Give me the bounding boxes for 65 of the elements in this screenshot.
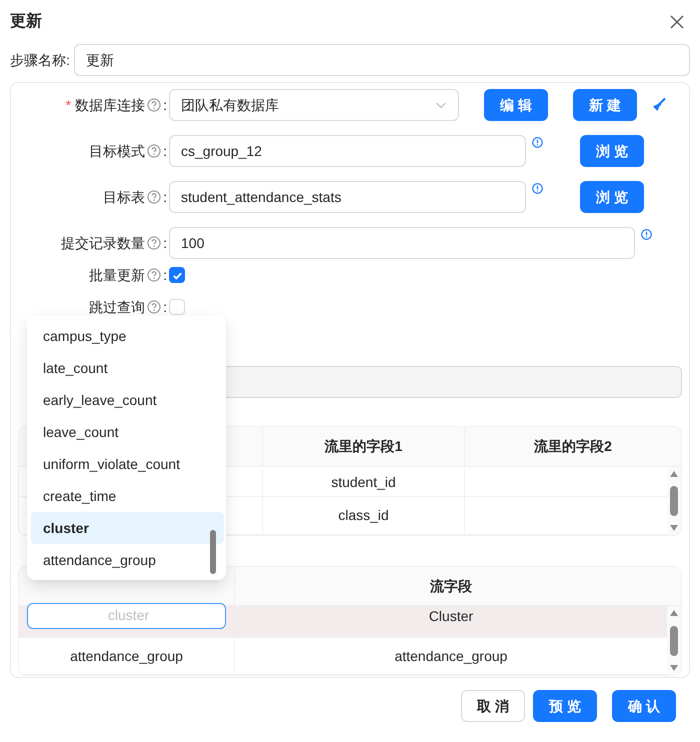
help-icon[interactable] xyxy=(147,268,162,282)
label-colon: : xyxy=(163,142,167,160)
dropdown-option[interactable]: cluster xyxy=(31,512,224,544)
help-icon[interactable] xyxy=(147,144,162,158)
table-cell-text: attendance_group xyxy=(394,646,508,666)
field-label: 跳过查询 xyxy=(89,298,146,316)
scroll-down-icon[interactable] xyxy=(670,665,678,671)
search-field[interactable]: cluster xyxy=(27,602,226,628)
new-button[interactable]: 新 建 xyxy=(573,89,637,121)
table-cell-text: class_id xyxy=(338,506,389,525)
dropdown-option[interactable]: early_leave_count xyxy=(31,384,224,416)
dropdown-option[interactable]: uniform_violate_count xyxy=(31,448,224,480)
label-colon: : xyxy=(163,298,167,316)
help-icon[interactable] xyxy=(147,236,162,250)
scrollbar-thumb[interactable] xyxy=(210,530,216,574)
field-label: 目标表 xyxy=(103,188,146,206)
scrollbar[interactable] xyxy=(667,467,681,535)
scroll-down-icon[interactable] xyxy=(670,525,678,531)
field-label: 提交记录数量 xyxy=(61,234,146,252)
text-field[interactable]: student_attendance_stats xyxy=(169,181,526,213)
primary-button[interactable]: 预 览 xyxy=(533,690,597,722)
dropdown-option[interactable]: create_time xyxy=(31,480,224,512)
label-colon: : xyxy=(163,234,167,252)
edit-button[interactable]: 编 辑 xyxy=(484,89,548,121)
primary-button[interactable]: 确 认 xyxy=(612,690,676,722)
step-name-field[interactable]: 更新 xyxy=(74,44,690,76)
field-label: 批量更新 xyxy=(89,266,146,284)
text-field[interactable]: 100 xyxy=(169,227,635,259)
close-icon[interactable] xyxy=(670,15,684,29)
field-label: 步骤名称: xyxy=(10,50,71,70)
info-icon xyxy=(532,137,543,148)
help-icon[interactable] xyxy=(147,98,162,112)
dropdown-option[interactable]: late_count xyxy=(31,352,224,384)
broom-icon[interactable] xyxy=(651,97,667,113)
browse-button[interactable]: 浏 览 xyxy=(580,135,644,167)
table-cell-text: attendance_group xyxy=(70,646,183,666)
checkbox[interactable] xyxy=(169,299,185,315)
info-icon xyxy=(532,183,543,194)
checkbox[interactable] xyxy=(169,267,185,283)
text-field[interactable]: cs_group_12 xyxy=(169,135,526,167)
dropdown-option[interactable]: attendance_group xyxy=(31,544,224,576)
table-cell-text: Cluster xyxy=(428,607,474,626)
column-header: 流里的字段2 xyxy=(533,437,613,456)
label-colon: : xyxy=(163,96,167,114)
label-colon: : xyxy=(163,266,167,284)
field-label: 数据库连接 xyxy=(75,96,146,114)
field-label: 目标模式 xyxy=(89,142,146,160)
dropdown-option[interactable]: leave_count xyxy=(31,416,224,448)
scrollbar[interactable] xyxy=(667,606,681,675)
required-mark: * xyxy=(66,96,72,114)
search-input[interactable]: cluster xyxy=(38,605,219,626)
help-icon[interactable] xyxy=(147,190,162,204)
scroll-up-icon[interactable] xyxy=(670,610,678,616)
dropdown-option[interactable]: campus_type xyxy=(31,320,224,352)
column-header: 流字段 xyxy=(429,576,473,596)
column-header: 流里的字段1 xyxy=(263,427,465,466)
info-icon xyxy=(641,229,652,240)
dialog-title: 更新 xyxy=(10,11,42,32)
database-select[interactable]: 团队私有数据库 xyxy=(169,89,459,121)
label-colon: : xyxy=(163,188,167,206)
cancel-button[interactable]: 取 消 xyxy=(461,690,525,722)
table-cell-text: student_id xyxy=(331,473,396,492)
scroll-up-icon[interactable] xyxy=(670,471,678,477)
help-icon[interactable] xyxy=(147,300,162,314)
browse-button[interactable]: 浏 览 xyxy=(580,181,644,213)
